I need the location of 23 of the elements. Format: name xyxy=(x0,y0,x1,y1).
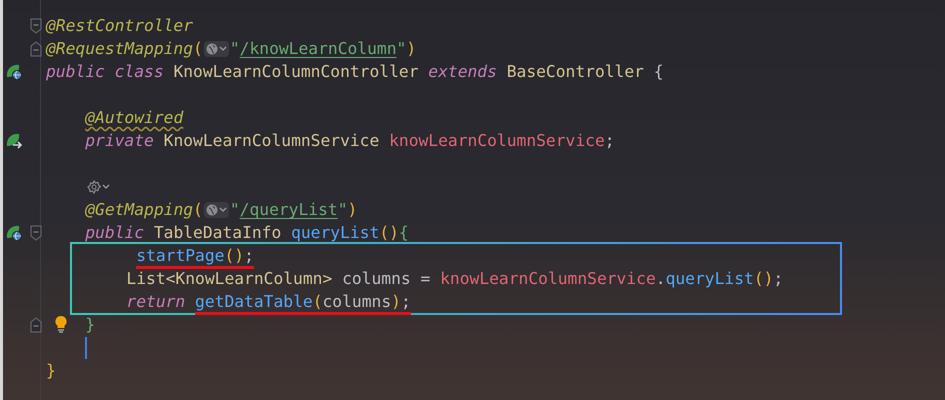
leaf-globe-icon[interactable] xyxy=(5,62,23,80)
code-text: @RestController xyxy=(46,16,194,35)
fold-marker-icon[interactable] xyxy=(30,18,42,34)
code-text: "/queryList") xyxy=(230,200,358,219)
code-text: "/knowLearnColumn") xyxy=(230,39,416,58)
fold-marker-icon[interactable] xyxy=(30,316,42,332)
code-text: @RequestMapping( xyxy=(46,39,203,58)
globe-chevron-icon[interactable] xyxy=(204,202,229,218)
fold-marker-icon[interactable] xyxy=(30,40,42,56)
code-text: private KnowLearnColumnService knowLearnColumnService; xyxy=(85,131,615,150)
code-text: @GetMapping( xyxy=(85,200,203,219)
leaf-globe-icon[interactable] xyxy=(5,224,23,242)
gear-chevron-icon[interactable] xyxy=(85,178,112,194)
code-text: List<KnowLearnColumn> columns = knowLearnColumnService.queryList(); xyxy=(126,269,784,288)
fold-marker-icon[interactable] xyxy=(30,224,42,240)
code-text: @Autowired xyxy=(85,108,184,127)
code-text: public TableDataInfo queryList(){ xyxy=(85,223,409,242)
code-text: } xyxy=(85,315,96,334)
globe-chevron-icon[interactable] xyxy=(204,40,229,56)
lightbulb-icon[interactable] xyxy=(54,315,68,333)
code-text: } xyxy=(46,361,56,380)
leaf-arrow-icon[interactable] xyxy=(5,132,23,150)
code-text: public class KnowLearnColumnController extends BaseController { xyxy=(46,62,664,81)
